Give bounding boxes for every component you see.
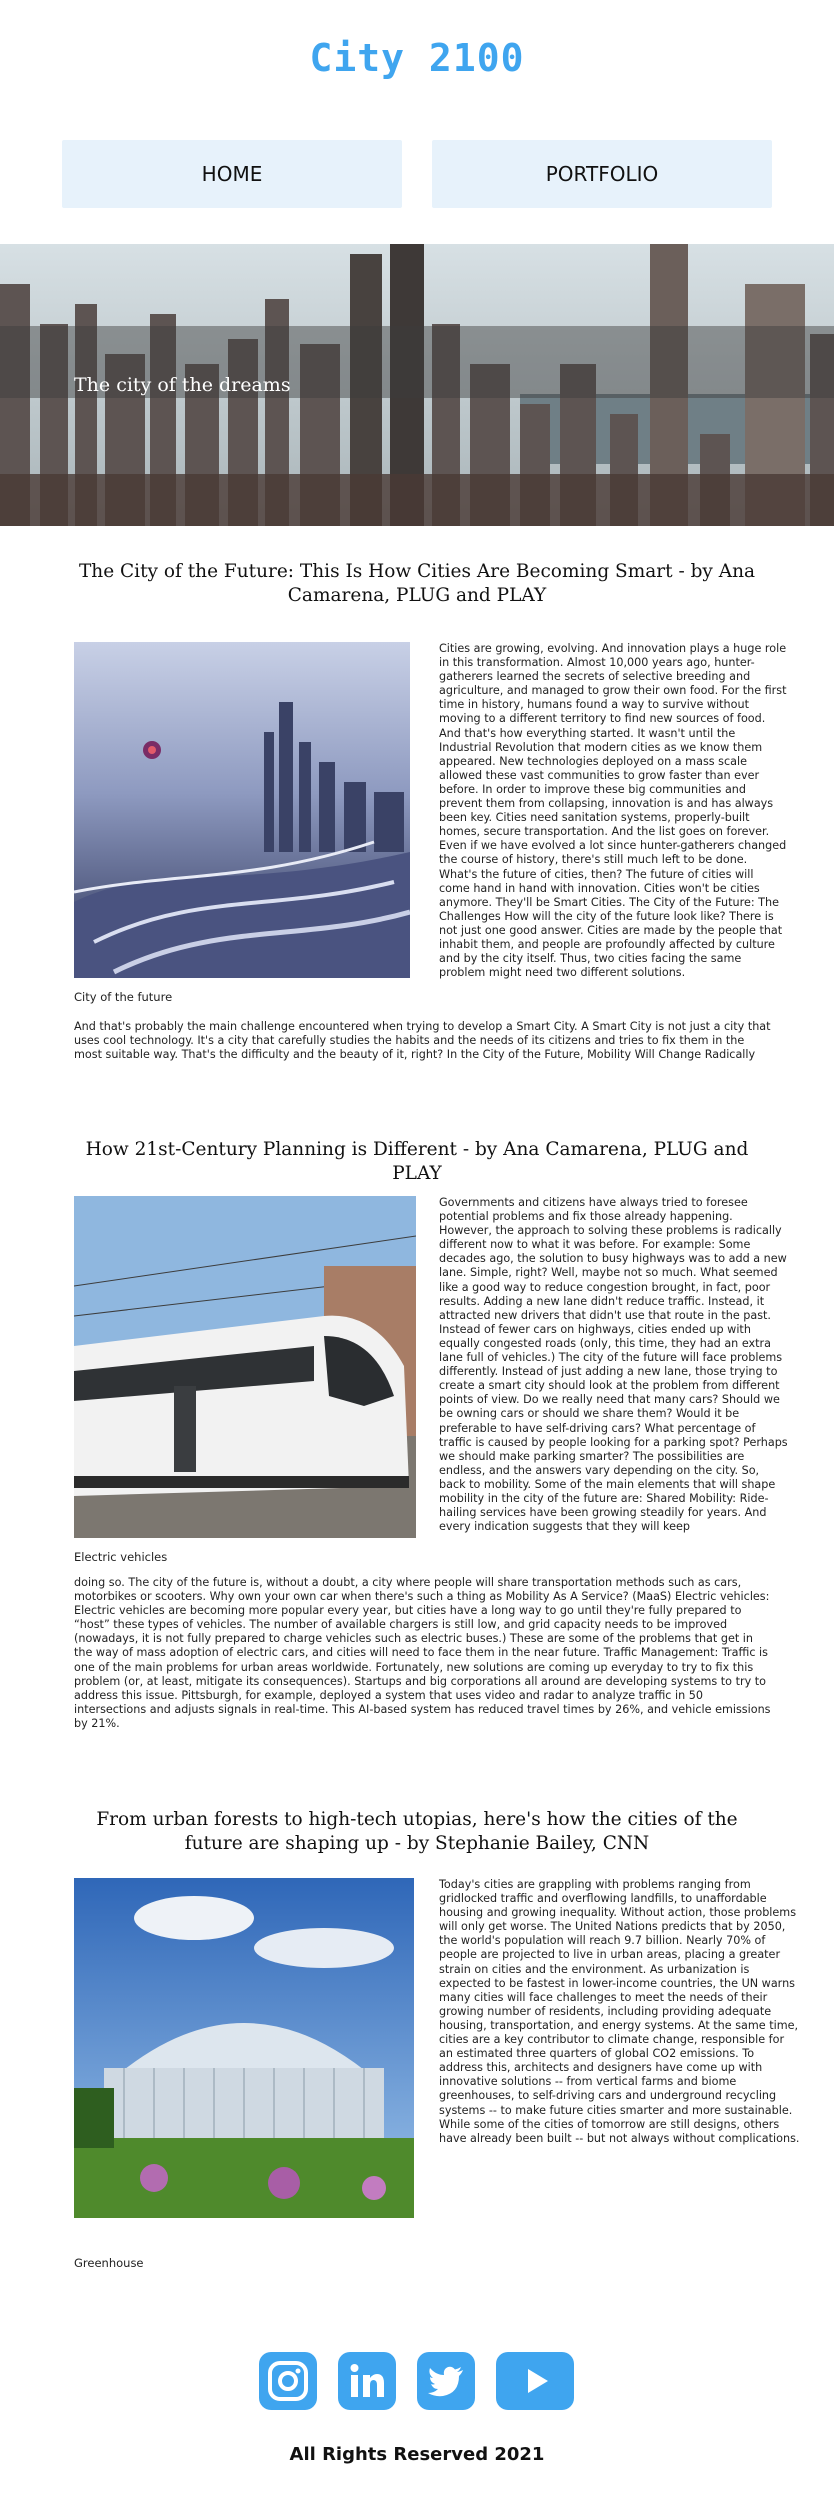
- site-logo[interactable]: City 2100: [0, 36, 834, 80]
- twitter-icon[interactable]: [417, 2352, 475, 2410]
- article-title: From urban forests to high-tech utopias,…: [96, 1809, 738, 1854]
- article-title: The City of the Future: This Is How Citi…: [78, 561, 756, 606]
- image-caption: Greenhouse: [74, 2256, 144, 2270]
- article-body: Today's cities are grappling with proble…: [439, 1878, 800, 2145]
- instagram-icon[interactable]: [259, 2352, 317, 2410]
- image-caption: City of the future: [74, 990, 173, 1004]
- article-body-continued: And that's probably the main challenge e…: [74, 1020, 771, 1062]
- image-caption: Electric vehicles: [74, 1550, 168, 1564]
- article-image-greenhouse: [74, 1878, 414, 2218]
- article-image-tram: [74, 1196, 416, 1538]
- nav-home-button[interactable]: HOME: [62, 140, 402, 208]
- article-title: How 21st-Century Planning is Different -…: [85, 1139, 749, 1184]
- hero-banner: The city of the dreams: [0, 244, 834, 526]
- article-body-continued: doing so. The city of the future is, wit…: [74, 1576, 771, 1730]
- article-image-city: [74, 642, 410, 978]
- linkedin-icon[interactable]: [338, 2352, 396, 2410]
- footer-copyright: All Rights Reserved 2021: [289, 2444, 545, 2465]
- youtube-icon[interactable]: [496, 2352, 574, 2410]
- nav-portfolio-button[interactable]: PORTFOLIO: [432, 140, 772, 208]
- article-body: Cities are growing, evolving. And innova…: [439, 642, 787, 980]
- article-body: Governments and citizens have always tri…: [439, 1196, 788, 1534]
- hero-heading: The city of the dreams: [74, 374, 291, 396]
